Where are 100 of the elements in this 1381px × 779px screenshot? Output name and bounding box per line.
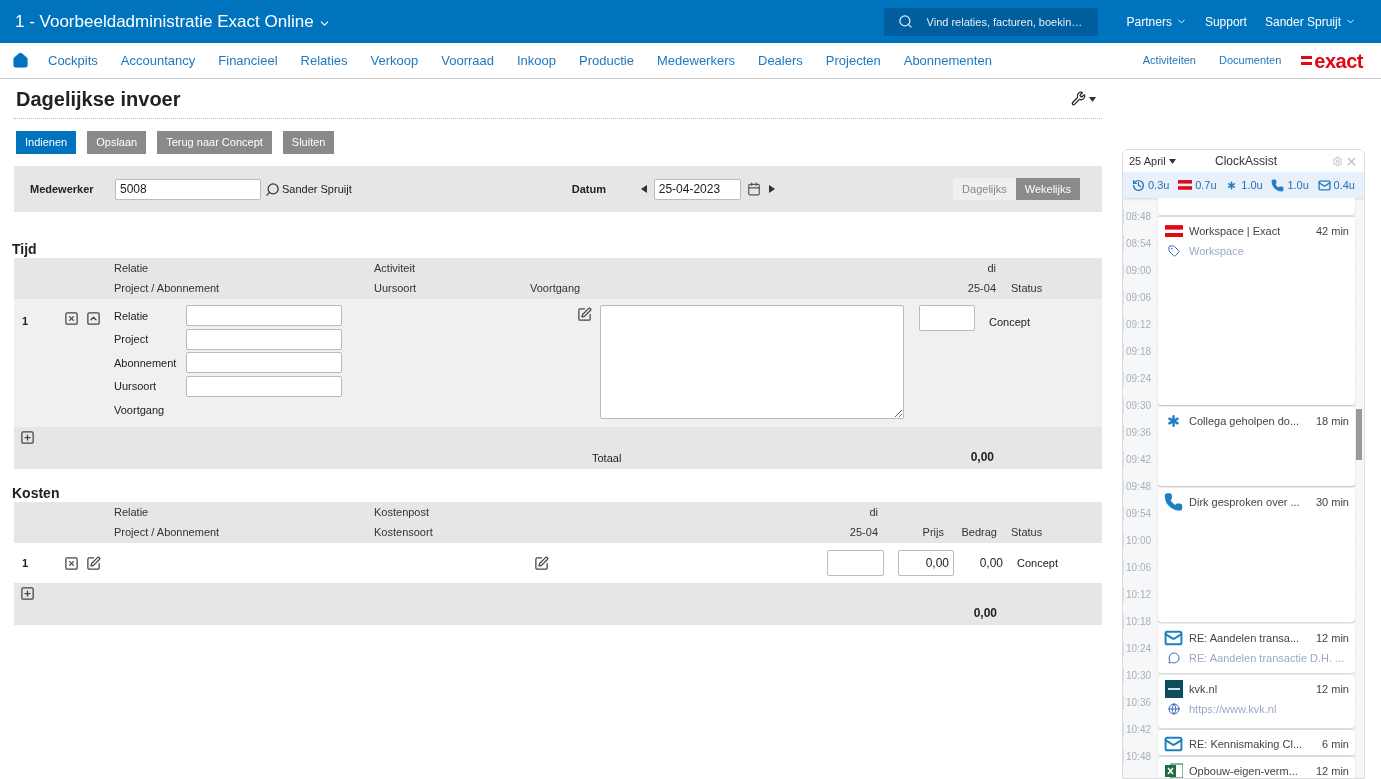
section-title: Tijd xyxy=(12,240,38,258)
search-field[interactable]: Vind relaties, facturen, boekin… xyxy=(883,7,1098,36)
time-label: 10:06 xyxy=(1123,560,1157,575)
total-label: Totaal xyxy=(592,450,623,466)
hours-total: 0.3u xyxy=(1148,177,1170,193)
add-icon[interactable] xyxy=(20,586,35,601)
event-card[interactable]: kvk.nl 12 min https://www.kvk.nl xyxy=(1158,675,1355,728)
event-title: kvk.nl xyxy=(1189,681,1219,697)
toolbar-button[interactable]: Sluiten xyxy=(282,131,335,154)
search-icon[interactable] xyxy=(265,181,280,197)
event-card[interactable]: Collega geholpen do... 18 min xyxy=(1158,407,1355,486)
input-field[interactable] xyxy=(186,328,342,350)
panel-title: ClockAssist xyxy=(1215,153,1277,170)
column-header: Relatie xyxy=(114,504,150,520)
company-selector[interactable]: 1 - Voorbeeldadministratie Exact Online xyxy=(15,8,331,35)
nav-link[interactable]: Financieel xyxy=(218,50,278,71)
toolbar-button[interactable]: Indienen xyxy=(16,131,77,154)
nav-link[interactable]: Productie xyxy=(579,50,634,71)
nav-link[interactable]: Activiteiten xyxy=(1142,52,1196,69)
tools-button[interactable] xyxy=(1071,91,1096,106)
nav-link[interactable]: Inkoop xyxy=(517,50,557,71)
nav-link[interactable]: Medewerkers xyxy=(656,50,735,71)
hours-total: 0.4u xyxy=(1333,177,1355,193)
amount-field[interactable] xyxy=(827,550,884,576)
nav-link[interactable]: Dealers xyxy=(758,50,803,71)
date-selector[interactable]: 25 April xyxy=(1129,152,1215,170)
time-label: 09:00 xyxy=(1123,263,1157,278)
scrollbar[interactable] xyxy=(1356,409,1362,460)
delete-icon[interactable] xyxy=(64,311,79,326)
time-label: 10:48 xyxy=(1123,749,1157,764)
date-field[interactable]: 25-04-2023 xyxy=(653,178,741,200)
column-header: Project / Abonnement xyxy=(114,281,221,297)
mail-icon xyxy=(1164,628,1183,648)
column-header: Bedrag xyxy=(960,525,997,541)
price-field[interactable]: 0,00 xyxy=(898,550,954,576)
column-header: Status xyxy=(1011,525,1043,541)
input-field[interactable] xyxy=(186,305,342,327)
delete-icon[interactable] xyxy=(64,555,79,571)
column-header: Project / Abonnement xyxy=(114,525,221,541)
nav-link[interactable]: Cockpits xyxy=(48,50,98,71)
column-header: 25-04 xyxy=(966,281,996,297)
hours-total: 1.0u xyxy=(1241,177,1263,193)
input-field[interactable] xyxy=(186,375,342,397)
event-card[interactable]: Opbouw-eigen-verm... 12 min xyxy=(1158,757,1355,778)
column-header: Status xyxy=(1011,281,1043,297)
mail-icon xyxy=(1164,734,1183,754)
nav-link[interactable]: Documenten xyxy=(1218,52,1282,69)
view-tab[interactable]: Dagelijks xyxy=(953,178,1016,200)
home-icon[interactable] xyxy=(12,52,29,69)
amount-text: 0,00 xyxy=(978,555,1003,572)
edit-icon[interactable] xyxy=(534,555,549,571)
toolbar-button[interactable]: Opslaan xyxy=(87,131,147,154)
nav-link[interactable]: Verkoop xyxy=(370,50,419,71)
event-card[interactable]: Dirk gesproken over ... 30 min xyxy=(1158,488,1355,622)
page-title: Dagelijkse invoer xyxy=(16,86,181,112)
time-label: 09:36 xyxy=(1123,425,1157,440)
nav-link[interactable]: Projecten xyxy=(825,50,881,71)
nav-link[interactable]: Voorraad xyxy=(441,50,494,71)
event-title: RE: Aandelen transa... xyxy=(1189,630,1301,646)
time-label: 10:36 xyxy=(1123,695,1157,710)
event-card[interactable]: RE: Aandelen transa... 12 min RE: Aandelen transactie D.H. ... xyxy=(1158,624,1355,673)
toolbar-button[interactable]: Terug naar Concept xyxy=(157,131,272,154)
next-icon[interactable] xyxy=(767,185,775,193)
event-title: Collega geholpen do... xyxy=(1189,413,1301,429)
collapse-icon[interactable] xyxy=(86,311,101,326)
edit-icon[interactable] xyxy=(577,307,592,322)
calendar-icon[interactable] xyxy=(746,182,761,196)
column-header: di xyxy=(986,260,996,276)
view-tab[interactable]: Wekelijks xyxy=(1015,178,1080,200)
caret-icon[interactable] xyxy=(1168,157,1176,165)
event-duration: 12 min xyxy=(1315,681,1349,697)
event-card[interactable]: Workspace | Exact 42 min Workspace xyxy=(1158,217,1355,405)
time-label: 09:12 xyxy=(1123,317,1157,332)
event-duration: 42 min xyxy=(1315,223,1349,239)
employee-label: Medewerker xyxy=(30,181,95,197)
event-card[interactable]: RE: Kennismaking Cl... 6 min xyxy=(1158,730,1355,755)
caret-icon[interactable] xyxy=(1089,94,1096,103)
edit-icon[interactable] xyxy=(86,555,101,571)
time-label: 10:12 xyxy=(1123,587,1157,602)
exact-icon xyxy=(1178,180,1193,190)
column-header: Voortgang xyxy=(530,281,582,297)
nav-link[interactable]: Accountancy xyxy=(120,50,196,71)
time-label: 10:42 xyxy=(1123,722,1157,737)
header-link[interactable]: Support xyxy=(1204,12,1247,31)
header-link[interactable]: Sander Spruijt xyxy=(1264,12,1356,31)
globe-icon xyxy=(1167,703,1180,715)
add-icon[interactable] xyxy=(20,430,35,445)
field-label: Abonnement xyxy=(114,355,178,371)
event-duration: 12 min xyxy=(1315,763,1349,778)
hours-field[interactable] xyxy=(919,305,975,331)
nav-link[interactable]: Abonnementen xyxy=(903,50,992,71)
nav-link[interactable]: Relaties xyxy=(300,50,348,71)
history-icon xyxy=(1132,178,1145,192)
header-link[interactable]: Partners xyxy=(1126,12,1187,31)
notes-field[interactable] xyxy=(600,305,904,419)
previous-icon[interactable] xyxy=(640,185,648,193)
time-label: 10:24 xyxy=(1123,641,1157,656)
input-field[interactable] xyxy=(186,352,342,374)
event-title: RE: Kennismaking Cl... xyxy=(1189,736,1304,752)
employee-field[interactable]: 5008 xyxy=(115,178,261,200)
